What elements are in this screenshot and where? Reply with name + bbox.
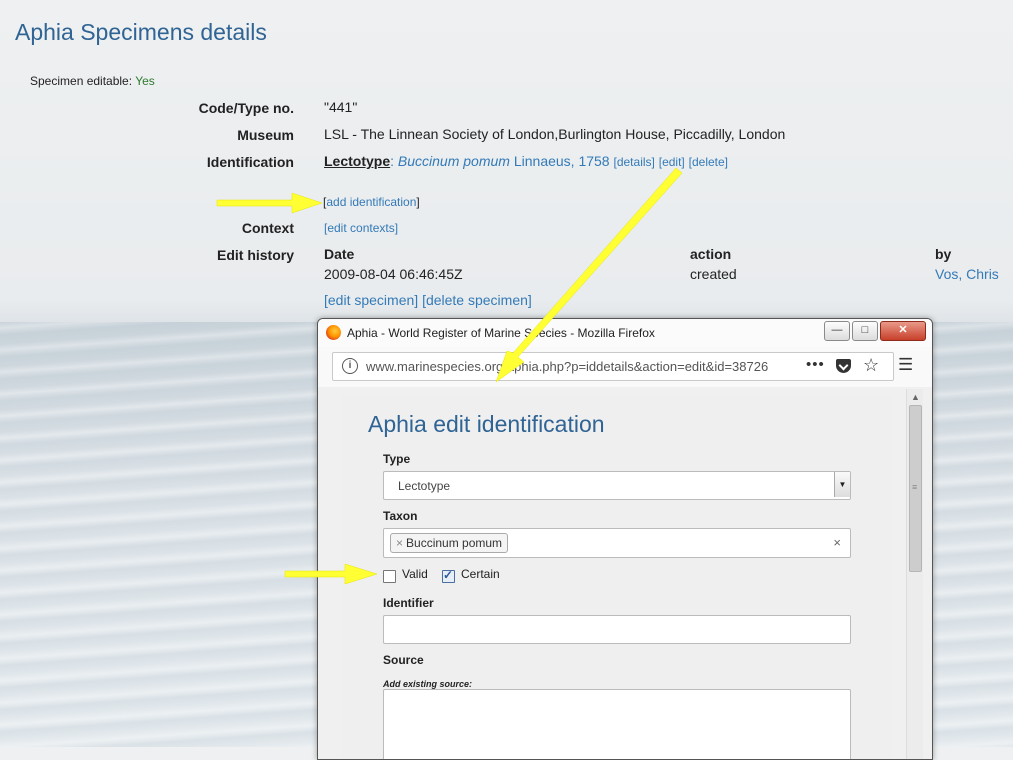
arrow-icon <box>284 563 378 585</box>
annotation-arrows <box>216 167 683 585</box>
arrow-icon <box>495 167 683 383</box>
arrow-icon <box>216 192 323 214</box>
